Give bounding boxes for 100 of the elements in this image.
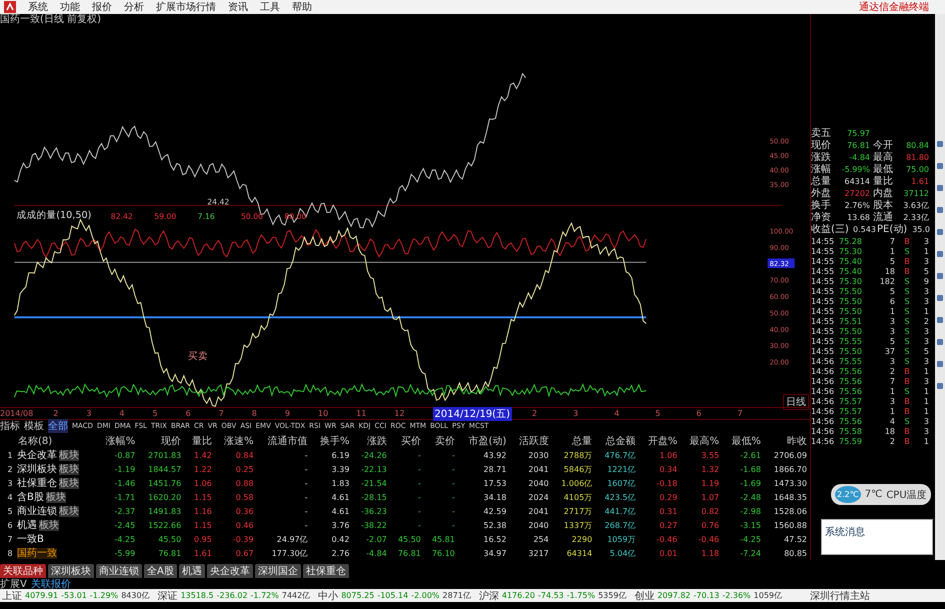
column-header[interactable]: 量比: [184, 434, 215, 448]
trade-volume: 7: [888, 236, 896, 246]
bottom-tab[interactable]: 深圳板块: [48, 564, 94, 578]
table-cell-text: 1.06: [658, 450, 678, 462]
column-header[interactable]: 卖价: [424, 434, 458, 448]
trade-price: 75.30: [839, 276, 863, 286]
indicator-tab[interactable]: 模板: [24, 419, 44, 433]
stock-name[interactable]: 社保重仓: [17, 478, 57, 489]
bottom-tab[interactable]: 央企改革: [206, 564, 253, 578]
menu-item[interactable]: 帮助: [292, 0, 312, 14]
column-header[interactable]: 活跃度: [509, 434, 552, 448]
table-cell-text: 1620.20: [147, 492, 182, 504]
table-cell-text: -0.39: [232, 534, 255, 546]
column-header[interactable]: 总量: [552, 434, 596, 448]
quote-label: 最低: [873, 163, 894, 176]
toolbar-icon[interactable]: [936, 206, 944, 214]
column-header[interactable]: 买价: [390, 434, 424, 448]
toolbar-icon[interactable]: [936, 272, 944, 280]
toolbar-icon[interactable]: [936, 294, 944, 302]
stock-name[interactable]: 一致B: [17, 534, 44, 545]
sector-tag: 板块: [59, 506, 79, 517]
trade-side: S: [903, 336, 911, 346]
toolbar-icon[interactable]: [936, 338, 944, 346]
menu-item[interactable]: 报价: [92, 0, 112, 14]
table-cell-text: 0.84: [234, 450, 255, 462]
row-number: 8: [6, 549, 14, 558]
column-header[interactable]: 涨速%: [214, 434, 257, 448]
table-cell-text: 76.81: [157, 548, 182, 560]
column-header[interactable]: 现价: [138, 434, 184, 448]
column-header[interactable]: 开盘%: [638, 434, 680, 448]
column-header[interactable]: 涨跌: [352, 434, 390, 448]
bottom-tab[interactable]: 商业连锁: [96, 564, 142, 578]
table-cell-text: -: [304, 492, 309, 504]
toolbar-icon[interactable]: [936, 316, 944, 324]
trade-volume: 3: [888, 326, 896, 336]
toolbar-icon[interactable]: [936, 228, 944, 236]
stock-name[interactable]: 含B股: [17, 492, 44, 503]
bottom-tab[interactable]: 深圳国企: [254, 564, 301, 578]
table-cell-text: 0.31: [658, 506, 678, 518]
table-cell-text: 47.52: [783, 534, 808, 546]
toolbar-icon[interactable]: [936, 184, 944, 192]
menu-item[interactable]: 功能: [60, 0, 80, 14]
table-cell-text: -1.19: [114, 464, 136, 476]
table-cell-text: 1473.30: [772, 478, 808, 490]
row-number: 3: [6, 479, 14, 488]
indicator-tab[interactable]: 指标: [0, 419, 20, 433]
column-header[interactable]: 最高%: [680, 434, 722, 448]
table-cell-text: 1.19: [700, 478, 720, 490]
table-cell-text: -: [304, 450, 309, 462]
trade-volume: 18: [884, 426, 896, 436]
server-label: 深圳行情主站: [810, 590, 870, 602]
trade-side: B: [903, 406, 911, 416]
stock-name[interactable]: 机遇: [17, 520, 37, 531]
table-cell-text: -: [450, 450, 456, 462]
column-header[interactable]: 流通市值: [256, 434, 311, 448]
bottom-tab[interactable]: 社保重仓: [302, 564, 349, 578]
row-number: 5: [6, 507, 14, 516]
trade-count: 9: [922, 276, 929, 286]
stock-name[interactable]: 深圳板块: [17, 464, 57, 475]
indicator-tab[interactable]: 全部: [48, 419, 68, 433]
bottom-tab[interactable]: 机遇: [178, 564, 205, 578]
column-header[interactable]: 名称(8): [0, 434, 96, 448]
column-header[interactable]: 昨收: [764, 434, 810, 448]
table-cell-text: -1.68: [739, 464, 762, 476]
stock-name[interactable]: 国药一致: [17, 548, 57, 559]
column-header[interactable]: 换手%: [310, 434, 352, 448]
sub-bar-item[interactable]: 关联报价: [30, 576, 71, 590]
table-cell-text: -: [304, 478, 309, 490]
column-header[interactable]: 涨幅%: [96, 434, 138, 448]
table-cell-text: -: [304, 506, 309, 518]
menu-item[interactable]: 系统: [28, 0, 48, 14]
stock-name[interactable]: 商业连锁: [17, 506, 57, 517]
table-cell-text: 6.19: [330, 450, 350, 462]
trade-volume: 1: [888, 246, 896, 256]
menu-item[interactable]: 扩展市场行情: [156, 0, 216, 14]
trade-count: 2: [922, 316, 929, 326]
menu-item[interactable]: 资讯: [228, 0, 248, 14]
table-cell-text: -: [450, 478, 456, 490]
trade-count: 3: [922, 256, 929, 266]
column-header[interactable]: 总金额: [595, 434, 639, 448]
toolbar-icon[interactable]: [936, 162, 944, 170]
bottom-tab[interactable]: 全A股: [144, 564, 177, 578]
menu-item[interactable]: 分析: [124, 0, 144, 14]
quote-value: 81.80: [905, 152, 930, 162]
trade-time: 14:56: [811, 436, 836, 446]
stock-name[interactable]: 央企改革: [17, 450, 57, 461]
trade-volume: 182: [878, 276, 896, 286]
quote-value: 35.0: [911, 224, 931, 234]
trade-count: 5: [922, 346, 929, 356]
toolbar-icon[interactable]: [936, 382, 944, 390]
table-cell-text: 0.27: [658, 520, 678, 532]
sub-bar-item[interactable]: 扩展V: [0, 576, 27, 590]
period-button[interactable]: 日线: [783, 394, 809, 410]
column-header[interactable]: 市盈(动): [458, 434, 510, 448]
bottom-tab[interactable]: 关联品种: [0, 564, 46, 578]
toolbar-icon[interactable]: [936, 360, 944, 368]
toolbar-icon[interactable]: [936, 140, 944, 148]
menu-item[interactable]: 工具: [260, 0, 280, 14]
column-header[interactable]: 最低%: [722, 434, 764, 448]
toolbar-icon[interactable]: [936, 250, 944, 258]
